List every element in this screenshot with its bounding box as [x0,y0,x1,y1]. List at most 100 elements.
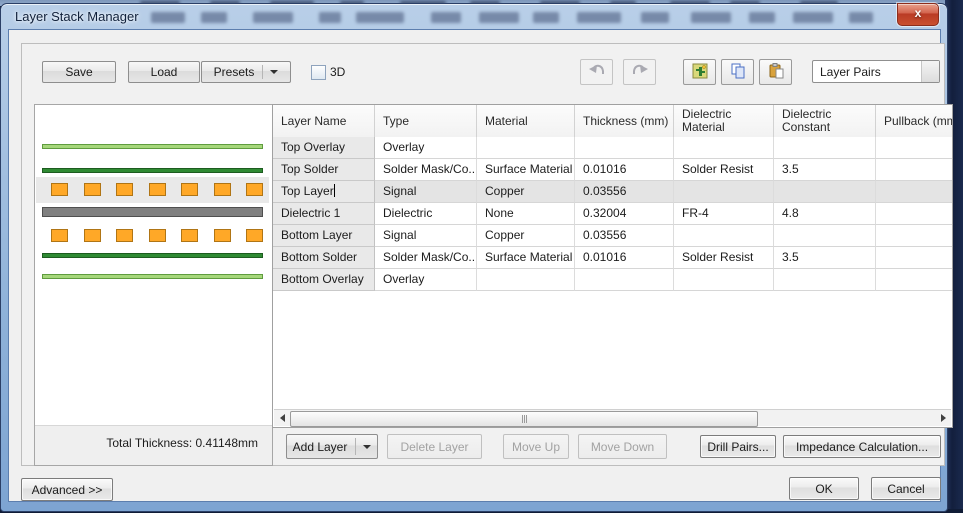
3d-checkbox[interactable] [311,65,326,80]
scrollbar-thumb[interactable] [290,411,758,427]
table-cell[interactable]: Surface Material [477,159,575,181]
scroll-right-arrow[interactable] [935,410,951,426]
table-cell[interactable]: Solder Resist [674,247,774,269]
table-cell[interactable] [876,137,953,159]
bottom-copper-pad[interactable] [149,229,166,242]
bottom-overlay-layer[interactable] [42,274,263,279]
table-cell[interactable]: 4.8 [774,203,876,225]
load-button[interactable]: Load [128,61,200,83]
cell-layer-name[interactable]: Bottom Layer [273,225,375,247]
table-cell[interactable]: 0.32004 [575,203,674,225]
table-cell[interactable]: Solder Resist [674,159,774,181]
move-down-button[interactable]: Move Down [578,434,667,459]
top-copper-pad[interactable] [84,183,101,196]
scroll-left-arrow[interactable] [274,410,290,426]
top-copper-pad[interactable] [51,183,68,196]
cell-layer-name[interactable]: Top Solder [273,159,375,181]
cancel-button[interactable]: Cancel [871,477,941,500]
table-cell[interactable]: 0.03556 [575,225,674,247]
table-cell[interactable] [876,159,953,181]
presets-dropdown-button[interactable]: Presets [201,61,291,83]
table-cell[interactable] [575,137,674,159]
table-cell[interactable] [774,269,876,291]
table-cell[interactable] [674,269,774,291]
table-row[interactable]: Bottom OverlayOverlay [273,269,953,291]
top-solder-layer[interactable] [42,168,263,173]
table-cell[interactable] [674,225,774,247]
table-cell[interactable] [876,225,953,247]
table-cell[interactable]: Overlay [375,269,477,291]
table-cell[interactable] [674,137,774,159]
table-cell[interactable] [674,181,774,203]
top-copper-pad[interactable] [246,183,263,196]
top-copper-pad[interactable] [116,183,133,196]
table-row[interactable]: Bottom LayerSignalCopper0.03556 [273,225,953,247]
column-header[interactable]: Dielectric Material [674,105,774,137]
column-header[interactable]: Thickness (mm) [575,105,674,137]
column-header[interactable]: Dielectric Constant [774,105,876,137]
table-row[interactable]: Dielectric 1DielectricNone0.32004FR-44.8 [273,203,953,225]
layer-pairs-select[interactable]: Layer Pairs [812,60,940,83]
table-cell[interactable]: FR-4 [674,203,774,225]
move-up-button[interactable]: Move Up [503,434,569,459]
dielectric-1-layer[interactable] [42,207,263,217]
table-row[interactable]: Top SolderSolder Mask/Co...Surface Mater… [273,159,953,181]
top-copper-pad[interactable] [149,183,166,196]
table-cell[interactable]: 0.03556 [575,181,674,203]
table-cell[interactable]: 3.5 [774,247,876,269]
cell-layer-name[interactable]: Dielectric 1 [273,203,375,225]
add-layer-button[interactable]: Add Layer [286,434,378,459]
bottom-copper-pad[interactable] [214,229,231,242]
impedance-calculation-button[interactable]: Impedance Calculation... [783,435,941,458]
table-cell[interactable]: Surface Material [477,247,575,269]
table-cell[interactable] [477,137,575,159]
titlebar[interactable]: Layer Stack Manager [1,4,947,29]
horizontal-scrollbar[interactable] [274,409,951,426]
table-cell[interactable] [575,269,674,291]
bottom-copper-pad[interactable] [116,229,133,242]
table-cell[interactable] [774,225,876,247]
table-cell[interactable] [876,203,953,225]
bottom-copper-pad[interactable] [84,229,101,242]
copy-button[interactable] [721,59,754,85]
table-cell[interactable] [876,181,953,203]
top-copper-pad[interactable] [214,183,231,196]
bottom-copper-pad[interactable] [51,229,68,242]
advanced-button[interactable]: Advanced >> [21,478,113,501]
column-header[interactable]: Type [375,105,477,137]
template-button[interactable] [683,59,716,85]
bottom-copper-pad[interactable] [246,229,263,242]
cell-layer-name[interactable]: Bottom Overlay [273,269,375,291]
table-cell[interactable]: Copper [477,225,575,247]
table-cell[interactable] [477,269,575,291]
table-row[interactable]: Bottom SolderSolder Mask/Co...Surface Ma… [273,247,953,269]
column-header[interactable]: Layer Name [273,105,375,137]
save-button[interactable]: Save [42,61,116,83]
table-cell[interactable]: Dielectric [375,203,477,225]
close-button[interactable]: x [897,3,939,26]
delete-layer-button[interactable]: Delete Layer [387,434,482,459]
undo-button[interactable] [580,59,613,85]
table-cell[interactable]: Solder Mask/Co... [375,247,477,269]
table-cell[interactable]: Overlay [375,137,477,159]
combo-arrow-zone[interactable] [921,61,939,82]
drill-pairs-button[interactable]: Drill Pairs... [700,435,776,458]
table-row[interactable]: Top OverlayOverlay [273,137,953,159]
bottom-copper-pad[interactable] [181,229,198,242]
column-header[interactable]: Material [477,105,575,137]
table-cell[interactable] [876,269,953,291]
top-copper-pad[interactable] [181,183,198,196]
table-cell[interactable]: 0.01016 [575,247,674,269]
cell-layer-name[interactable]: Top Overlay [273,137,375,159]
redo-button[interactable] [623,59,656,85]
ok-button[interactable]: OK [789,477,859,500]
table-row[interactable]: Top LayerSignalCopper0.03556 [273,181,953,203]
table-cell[interactable]: Signal [375,181,477,203]
cell-layer-name[interactable]: Bottom Solder [273,247,375,269]
table-cell[interactable] [774,137,876,159]
table-cell[interactable]: Solder Mask/Co... [375,159,477,181]
table-cell[interactable]: None [477,203,575,225]
bottom-solder-layer[interactable] [42,253,263,258]
table-cell[interactable]: 0.01016 [575,159,674,181]
table-cell[interactable]: Copper [477,181,575,203]
